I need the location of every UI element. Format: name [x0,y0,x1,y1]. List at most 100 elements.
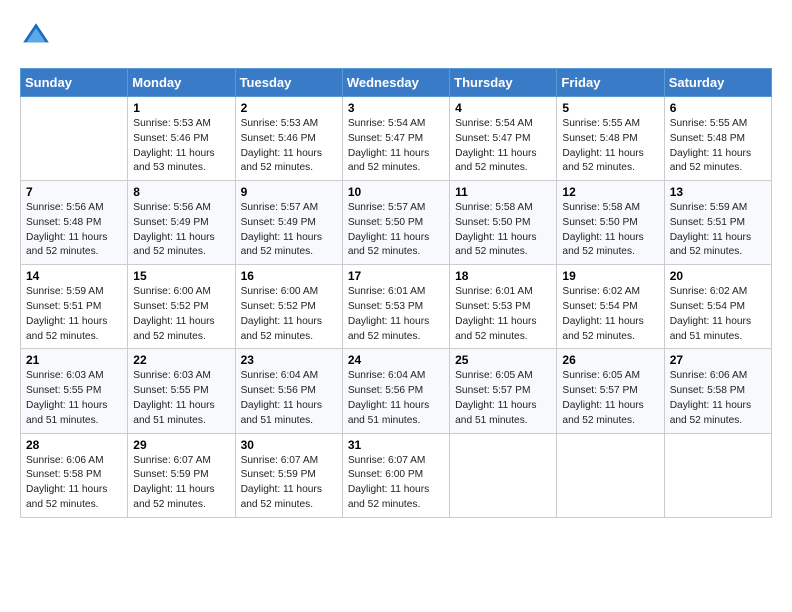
calendar-cell: 25 Sunrise: 6:05 AM Sunset: 5:57 PM Dayli… [450,349,557,433]
day-number: 21 [26,353,122,367]
day-info: Sunrise: 5:55 AM Sunset: 5:48 PM Dayligh… [670,117,766,176]
day-info: Sunrise: 6:01 AM Sunset: 5:53 PM Dayligh… [348,285,444,344]
logo-icon [20,20,52,52]
logo [20,20,56,52]
day-number: 7 [26,185,122,199]
calendar-week-row: 1 Sunrise: 5:53 AM Sunset: 5:46 PM Daylig… [21,97,772,181]
day-info: Sunrise: 5:57 AM Sunset: 5:50 PM Dayligh… [348,201,444,260]
day-info: Sunrise: 5:58 AM Sunset: 5:50 PM Dayligh… [562,201,658,260]
calendar-cell: 27 Sunrise: 6:06 AM Sunset: 5:58 PM Dayli… [664,349,771,433]
calendar-cell [557,433,664,517]
day-number: 8 [133,185,229,199]
day-of-week-header: Sunday [21,69,128,97]
day-info: Sunrise: 6:07 AM Sunset: 5:59 PM Dayligh… [241,454,337,513]
day-number: 25 [455,353,551,367]
day-info: Sunrise: 6:02 AM Sunset: 5:54 PM Dayligh… [562,285,658,344]
calendar-cell: 10 Sunrise: 5:57 AM Sunset: 5:50 PM Dayli… [342,181,449,265]
day-of-week-header: Wednesday [342,69,449,97]
day-info: Sunrise: 6:05 AM Sunset: 5:57 PM Dayligh… [455,369,551,428]
day-number: 28 [26,438,122,452]
calendar-cell [664,433,771,517]
day-info: Sunrise: 6:03 AM Sunset: 5:55 PM Dayligh… [133,369,229,428]
calendar-cell: 1Sunrise: 5:53 AM Sunset: 5:46 PM Daylig… [128,97,235,181]
calendar-week-row: 7 Sunrise: 5:56 AM Sunset: 5:48 PM Daylig… [21,181,772,265]
day-number: 30 [241,438,337,452]
day-info: Sunrise: 5:59 AM Sunset: 5:51 PM Dayligh… [670,201,766,260]
calendar-week-row: 14 Sunrise: 5:59 AM Sunset: 5:51 PM Dayli… [21,265,772,349]
calendar-cell: 2 Sunrise: 5:53 AM Sunset: 5:46 PM Daylig… [235,97,342,181]
day-of-week-header: Thursday [450,69,557,97]
day-info: Sunrise: 5:54 AM Sunset: 5:47 PM Dayligh… [348,117,444,176]
day-number: 29 [133,438,229,452]
page-header [20,20,772,52]
day-number: 19 [562,269,658,283]
day-info: Sunrise: 5:55 AM Sunset: 5:48 PM Dayligh… [562,117,658,176]
calendar-cell: 17 Sunrise: 6:01 AM Sunset: 5:53 PM Dayli… [342,265,449,349]
day-info: Sunrise: 6:06 AM Sunset: 5:58 PM Dayligh… [670,369,766,428]
day-of-week-header: Friday [557,69,664,97]
day-number: 20 [670,269,766,283]
calendar-cell: 21 Sunrise: 6:03 AM Sunset: 5:55 PM Dayli… [21,349,128,433]
day-number: 23 [241,353,337,367]
day-info: Sunrise: 6:07 AM Sunset: 6:00 PM Dayligh… [348,454,444,513]
calendar-cell: 22 Sunrise: 6:03 AM Sunset: 5:55 PM Dayli… [128,349,235,433]
day-info: Sunrise: 6:03 AM Sunset: 5:55 PM Dayligh… [26,369,122,428]
calendar-cell: 8Sunrise: 5:56 AM Sunset: 5:49 PM Daylig… [128,181,235,265]
calendar-cell: 20Sunrise: 6:02 AM Sunset: 5:54 PM Dayli… [664,265,771,349]
day-number: 27 [670,353,766,367]
calendar-cell: 24 Sunrise: 6:04 AM Sunset: 5:56 PM Dayli… [342,349,449,433]
day-number: 24 [348,353,444,367]
calendar-week-row: 21 Sunrise: 6:03 AM Sunset: 5:55 PM Dayli… [21,349,772,433]
day-info: Sunrise: 6:07 AM Sunset: 5:59 PM Dayligh… [133,454,229,513]
calendar-week-row: 28 Sunrise: 6:06 AM Sunset: 5:58 PM Dayli… [21,433,772,517]
day-number: 13 [670,185,766,199]
day-number: 31 [348,438,444,452]
day-info: Sunrise: 5:57 AM Sunset: 5:49 PM Dayligh… [241,201,337,260]
calendar-cell: 19 Sunrise: 6:02 AM Sunset: 5:54 PM Dayli… [557,265,664,349]
day-of-week-header: Tuesday [235,69,342,97]
day-info: Sunrise: 5:59 AM Sunset: 5:51 PM Dayligh… [26,285,122,344]
day-number: 9 [241,185,337,199]
day-info: Sunrise: 6:06 AM Sunset: 5:58 PM Dayligh… [26,454,122,513]
day-info: Sunrise: 6:00 AM Sunset: 5:52 PM Dayligh… [241,285,337,344]
day-info: Sunrise: 5:54 AM Sunset: 5:47 PM Dayligh… [455,117,551,176]
calendar-cell: 23 Sunrise: 6:04 AM Sunset: 5:56 PM Dayli… [235,349,342,433]
day-info: Sunrise: 5:58 AM Sunset: 5:50 PM Dayligh… [455,201,551,260]
day-number: 14 [26,269,122,283]
day-info: Sunrise: 6:04 AM Sunset: 5:56 PM Dayligh… [348,369,444,428]
calendar-cell: 3 Sunrise: 5:54 AM Sunset: 5:47 PM Daylig… [342,97,449,181]
day-number: 18 [455,269,551,283]
day-number: 17 [348,269,444,283]
day-info: Sunrise: 5:53 AM Sunset: 5:46 PM Dayligh… [241,117,337,176]
day-number: 26 [562,353,658,367]
day-number: 10 [348,185,444,199]
calendar-cell: 30 Sunrise: 6:07 AM Sunset: 5:59 PM Dayli… [235,433,342,517]
calendar-cell: 4 Sunrise: 5:54 AM Sunset: 5:47 PM Daylig… [450,97,557,181]
day-info: Sunrise: 5:56 AM Sunset: 5:48 PM Dayligh… [26,201,122,260]
day-number: 4 [455,101,551,115]
day-number: 2 [241,101,337,115]
day-number: 15 [133,269,229,283]
calendar-cell: 7 Sunrise: 5:56 AM Sunset: 5:48 PM Daylig… [21,181,128,265]
calendar-cell: 18Sunrise: 6:01 AM Sunset: 5:53 PM Dayli… [450,265,557,349]
day-number: 12 [562,185,658,199]
day-number: 6 [670,101,766,115]
calendar-cell: 12 Sunrise: 5:58 AM Sunset: 5:50 PM Dayli… [557,181,664,265]
calendar-cell: 6 Sunrise: 5:55 AM Sunset: 5:48 PM Daylig… [664,97,771,181]
day-number: 22 [133,353,229,367]
day-number: 11 [455,185,551,199]
calendar-table: SundayMondayTuesdayWednesdayThursdayFrid… [20,68,772,518]
day-info: Sunrise: 6:04 AM Sunset: 5:56 PM Dayligh… [241,369,337,428]
calendar-cell: 29 Sunrise: 6:07 AM Sunset: 5:59 PM Dayli… [128,433,235,517]
day-info: Sunrise: 6:00 AM Sunset: 5:52 PM Dayligh… [133,285,229,344]
calendar-cell: 31 Sunrise: 6:07 AM Sunset: 6:00 PM Dayli… [342,433,449,517]
day-number: 3 [348,101,444,115]
day-number: 16 [241,269,337,283]
day-of-week-header: Monday [128,69,235,97]
day-number: 1 [133,101,229,115]
calendar-cell [21,97,128,181]
calendar-cell: 14 Sunrise: 5:59 AM Sunset: 5:51 PM Dayli… [21,265,128,349]
calendar-cell: 11 Sunrise: 5:58 AM Sunset: 5:50 PM Dayli… [450,181,557,265]
day-number: 5 [562,101,658,115]
calendar-cell: 5 Sunrise: 5:55 AM Sunset: 5:48 PM Daylig… [557,97,664,181]
